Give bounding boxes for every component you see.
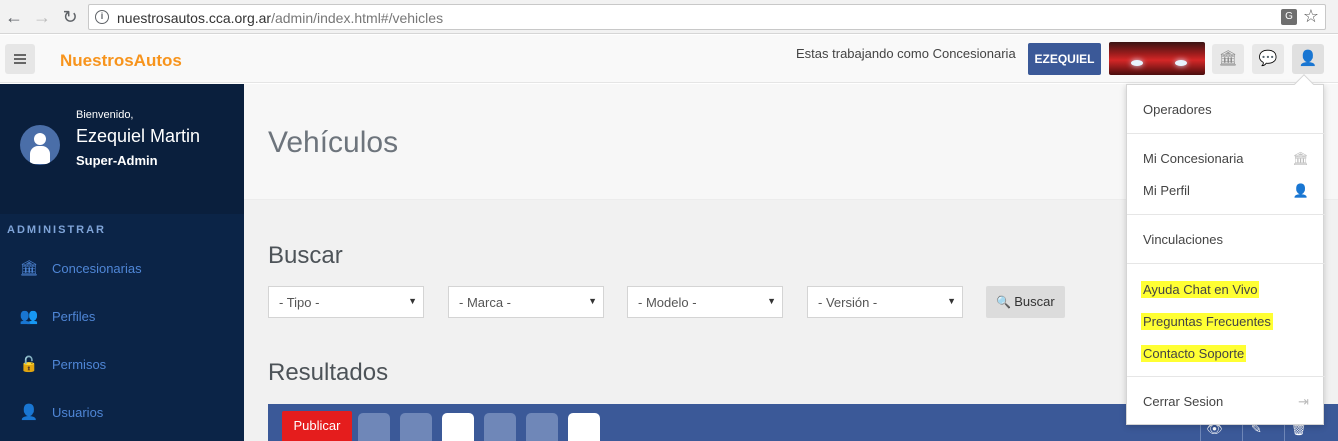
sidebar-item-perfiles[interactable]: 👥 Perfiles [0,297,244,337]
caret-down-icon: ▼ [588,296,597,306]
user-role: Super-Admin [76,153,158,168]
menu-item-vinculaciones[interactable]: Vinculaciones [1127,229,1325,251]
sidebar-item-permisos[interactable]: 🔓 Permisos [0,345,244,385]
publish-button[interactable]: Publicar [282,411,352,441]
portal-logo-icon[interactable] [526,413,558,441]
select-value: - Versión - [818,295,878,310]
url-text: nuestrosautos.cca.org.ar/admin/index.htm… [117,10,443,26]
back-arrow-icon[interactable]: ← [4,7,24,27]
divider [1127,214,1325,215]
menu-item-ayuda-chat[interactable]: Ayuda Chat en Vivo [1127,278,1325,300]
user-menu-icon[interactable]: 👤 [1292,44,1324,74]
menu-item-label: Mi Concesionaria [1143,151,1244,166]
select-value: - Modelo - [638,295,697,310]
portal-logo-icon[interactable] [442,413,474,441]
sidebar-item-label: Concesionarias [52,261,142,276]
star-icon[interactable]: ☆ [1303,6,1319,27]
welcome-label: Bienvenido, [76,109,134,121]
info-icon[interactable]: i [95,10,109,24]
menu-item-mi-perfil[interactable]: Mi Perfil 👤 [1127,180,1325,202]
select-value: - Tipo - [279,295,320,310]
portal-logo-icon[interactable] [358,413,390,441]
bank-icon: 🏛 [19,260,39,277]
avatar-body [30,146,50,164]
caret-down-icon: ▼ [947,296,956,306]
facebook-icon[interactable] [400,413,432,441]
search-button[interactable]: 🔍 Buscar [986,286,1065,318]
divider [1127,133,1325,134]
user-icon: 👤 [1292,183,1309,198]
sign-out-icon: ⇥ [1298,394,1309,409]
url-path: /admin/index.html#/vehicles [271,10,444,26]
brand-logo[interactable]: NuestrosAutos [60,51,182,71]
menu-item-label: Ayuda Chat en Vivo [1141,281,1260,298]
reload-icon[interactable]: ↻ [60,7,80,27]
sidebar-item-label: Usuarios [52,405,104,420]
user-dropdown-menu: Operadores Mi Concesionaria 🏛 Mi Perfil … [1126,74,1325,425]
caret-down-icon: ▼ [408,296,417,306]
avatar-head [34,133,46,145]
menu-item-contacto-soporte[interactable]: Contacto Soporte [1127,342,1325,364]
search-button-label: Buscar [1014,294,1055,309]
forward-arrow-icon[interactable]: → [32,7,52,27]
car-headlight [1131,60,1143,66]
sidebar-item-usuarios[interactable]: 👤 Usuarios [0,393,244,433]
menu-item-cerrar-sesion[interactable]: Cerrar Sesion ⇥ [1127,391,1325,413]
results-section-title: Resultados [268,359,389,386]
hamburger-icon [14,54,26,56]
address-bar[interactable]: i nuestrosautos.cca.org.ar/admin/index.h… [88,4,1326,30]
menu-item-label: Operadores [1143,102,1212,117]
search-icon: 🔍 [996,295,1012,309]
app-header: NuestrosAutos Estas trabajando como Conc… [0,35,1338,83]
filter-marca-select[interactable]: - Marca - ▼ [448,286,604,318]
chat-icon[interactable]: 💬 [1252,44,1284,74]
filter-tipo-select[interactable]: - Tipo - ▼ [268,286,424,318]
menu-item-mi-concesionaria[interactable]: Mi Concesionaria 🏛 [1127,148,1325,170]
portal-logo-icon[interactable] [568,413,600,441]
portal-logo-icon[interactable] [484,413,516,441]
sidebar-section-title: ADMINISTRAR [7,224,106,236]
unlock-icon: 🔓 [19,356,39,373]
menu-item-label: Vinculaciones [1143,232,1223,247]
page-title: Vehículos [268,126,399,159]
menu-item-operadores[interactable]: Operadores [1127,99,1325,121]
divider [1127,263,1325,264]
caret-down-icon: ▼ [767,296,776,306]
menu-item-preguntas-frecuentes[interactable]: Preguntas Frecuentes [1127,310,1325,332]
user-panel: Bienvenido, Ezequiel Martin Super-Admin [0,84,244,214]
browser-toolbar: ← → ↻ i nuestrosautos.cca.org.ar/admin/i… [0,0,1338,34]
hamburger-line [14,58,26,60]
working-as-label: Estas trabajando como Concesionaria [796,46,1016,61]
menu-item-label: Preguntas Frecuentes [1141,313,1273,330]
user-name: Ezequiel Martin [76,126,201,146]
divider [1127,376,1325,377]
url-host: nuestrosautos.cca.org.ar [117,10,272,26]
filter-version-select[interactable]: - Versión - ▼ [807,286,963,318]
menu-item-label: Contacto Soporte [1141,345,1247,362]
car-headlight [1175,60,1187,66]
menu-item-label: Mi Perfil [1143,183,1190,198]
dealer-badge[interactable]: EZEQUIEL [1028,43,1101,75]
search-section-title: Buscar [268,242,343,269]
translate-icon[interactable]: G [1281,9,1297,25]
menu-toggle-button[interactable] [5,44,35,74]
sidebar-item-label: Perfiles [52,309,96,324]
sidebar: Bienvenido, Ezequiel Martin Super-Admin … [0,84,244,441]
bank-icon[interactable]: 🏛 [1212,44,1244,74]
user-icon: 👤 [19,404,39,421]
hamburger-line [14,62,26,64]
sidebar-item-concesionarias[interactable]: 🏛 Concesionarias [0,249,244,289]
sidebar-item-label: Permisos [52,357,107,372]
select-value: - Marca - [459,295,511,310]
dealer-car-image [1109,42,1205,75]
avatar [20,125,60,165]
menu-item-label: Cerrar Sesion [1143,394,1224,409]
users-icon: 👥 [19,308,39,325]
filter-modelo-select[interactable]: - Modelo - ▼ [627,286,783,318]
bank-icon: 🏛 [1292,151,1309,166]
